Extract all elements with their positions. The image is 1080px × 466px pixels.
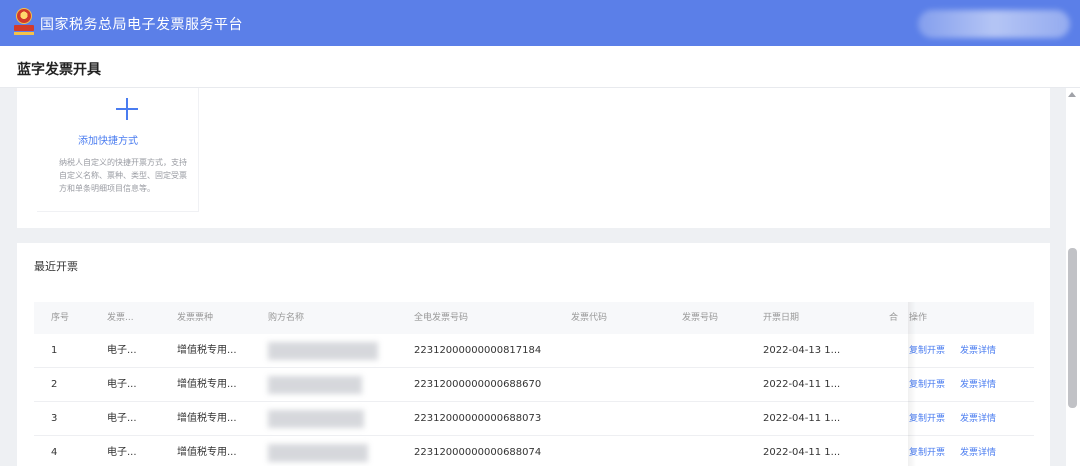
cell-full-number: 22312000000000688073 [414,413,542,424]
tax-emblem-icon [14,8,34,36]
quick-actions-panel: 添加快捷方式 纳税人自定义的快捷开票方式，支持自定义名称、票种、类型、固定受票方… [17,88,1050,228]
header-invoice-code: 发票代码 [571,313,608,323]
cell-seq: 4 [51,447,58,458]
cell-carrier: 电子... [107,413,137,424]
header-seq: 序号 [51,313,70,323]
header-amount-truncated: 合 [889,313,899,323]
header-full-invoice-number: 全电发票号码 [414,313,469,323]
cell-seq: 2 [51,379,58,390]
cell-invoice-type: 增值税专用... [177,379,237,390]
header-invoice-type: 发票票种 [177,313,214,323]
cell-full-number: 22312000000000688670 [414,379,542,390]
cell-issue-date: 2022-04-13 1... [763,345,841,356]
table-row: 3 电子... 增值税专用... 22312000000000688073 20… [34,402,1034,436]
table-row: 4 电子... 增值税专用... 22312000000000688074 20… [34,436,1034,466]
add-shortcut-card[interactable]: 添加快捷方式 纳税人自定义的快捷开票方式，支持自定义名称、票种、类型、固定受票方… [37,88,199,212]
buyer-name-blurred [268,444,368,462]
table-row: 2 电子... 增值税专用... 22312000000000688670 20… [34,368,1034,402]
header-invoice-carrier: 发票... [107,313,134,323]
plus-icon[interactable] [116,98,138,120]
fixed-column-shadow [908,302,916,466]
scrollbar-thumb[interactable] [1068,248,1077,408]
invoice-detail-link[interactable]: 发票详情 [960,436,996,466]
user-info-blurred[interactable] [918,10,1070,38]
page-title-bar: 蓝字发票开具 [0,46,1080,88]
cell-invoice-type: 增值税专用... [177,413,237,424]
section-title: 最近开票 [34,260,78,273]
cell-issue-date: 2022-04-11 1... [763,379,841,390]
invoice-detail-link[interactable]: 发票详情 [960,402,996,436]
cell-seq: 1 [51,345,58,356]
header-buyer-name: 购方名称 [268,313,305,323]
cell-seq: 3 [51,413,58,424]
page-title: 蓝字发票开具 [17,62,101,78]
buyer-name-blurred [268,376,362,394]
cell-full-number: 22312000000000817184 [414,345,542,356]
cell-carrier: 电子... [107,379,137,390]
cell-carrier: 电子... [107,345,137,356]
cell-invoice-type: 增值税专用... [177,345,237,356]
scroll-up-arrow-icon[interactable] [1068,92,1076,97]
cell-issue-date: 2022-04-11 1... [763,447,841,458]
header-invoice-number: 发票号码 [682,313,719,323]
buyer-name-blurred [268,410,364,428]
recent-invoices-panel: 最近开票 序号 发票... 发票票种 购方名称 全电发票号码 发票代码 发票号码… [17,243,1050,466]
app-title: 国家税务总局电子发票服务平台 [40,17,243,33]
cell-carrier: 电子... [107,447,137,458]
header-issue-date: 开票日期 [763,313,800,323]
table-row: 1 电子... 增值税专用... 22312000000000817184 20… [34,334,1034,368]
cell-invoice-type: 增值税专用... [177,447,237,458]
cell-full-number: 22312000000000688074 [414,447,542,458]
cell-issue-date: 2022-04-11 1... [763,413,841,424]
buyer-name-blurred [268,342,378,360]
add-shortcut-label[interactable]: 添加快捷方式 [37,132,179,147]
top-navigation-bar: 国家税务总局电子发票服务平台 [0,0,1080,46]
invoice-detail-link[interactable]: 发票详情 [960,334,996,368]
table-header: 序号 发票... 发票票种 购方名称 全电发票号码 发票代码 发票号码 开票日期… [34,302,1034,334]
add-shortcut-description: 纳税人自定义的快捷开票方式，支持自定义名称、票种、类型、固定受票方和单条明细项目… [59,158,187,193]
invoice-detail-link[interactable]: 发票详情 [960,368,996,402]
